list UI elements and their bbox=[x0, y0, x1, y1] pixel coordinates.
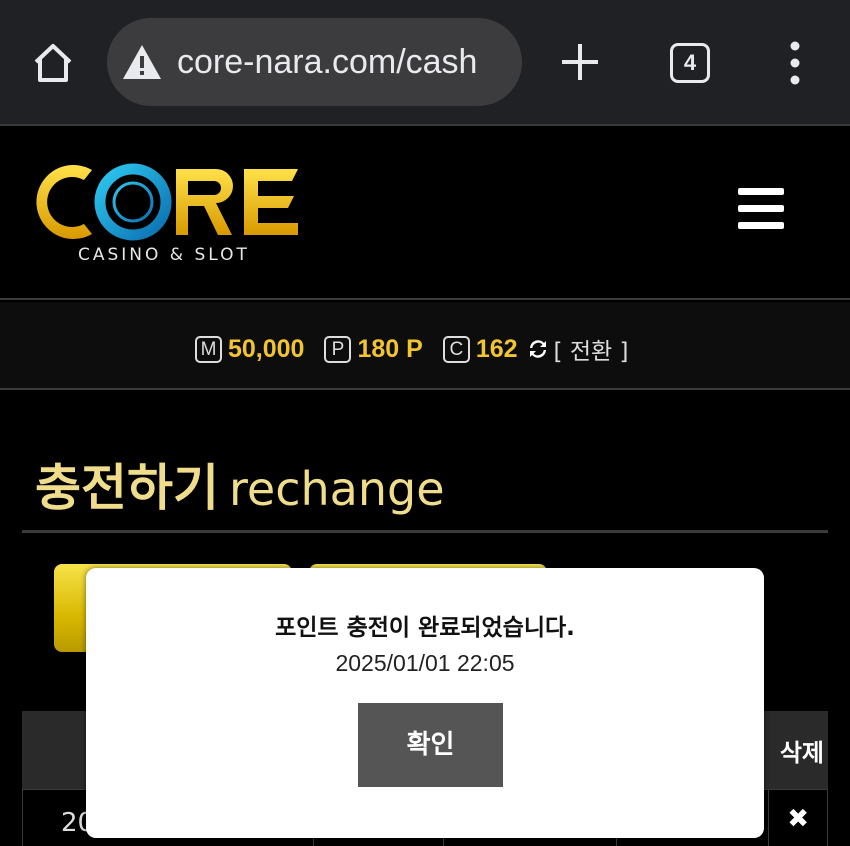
new-tab-plus-icon[interactable] bbox=[558, 40, 602, 84]
dialog-message: 포인트 충전이 완료되었습니다. bbox=[275, 615, 575, 641]
ok-button[interactable]: 확인 bbox=[358, 703, 503, 787]
not-secure-warning-icon[interactable] bbox=[121, 42, 163, 82]
point-balance: 180 P bbox=[357, 334, 423, 363]
page-title: 충전하기 rechange bbox=[35, 448, 445, 520]
coin-balance: 162 bbox=[475, 334, 518, 363]
cell-divider bbox=[768, 790, 769, 846]
page-title-korean: 충전하기 bbox=[35, 459, 219, 517]
url-text[interactable]: core-nara.com/cash bbox=[177, 40, 477, 84]
money-icon: M bbox=[195, 335, 222, 363]
core-casino-logo[interactable]: CASINO & SLOT bbox=[30, 156, 320, 266]
balance-bar: M 50,000 P 180 P C 162 [ 전환 ] bbox=[0, 302, 850, 390]
delete-column-header: 삭제 bbox=[779, 739, 824, 767]
browser-toolbar: core-nara.com/cash 4 bbox=[0, 0, 850, 126]
delete-row-icon[interactable]: ✖ bbox=[787, 804, 809, 834]
confirm-dialog: 포인트 충전이 완료되었습니다. 2025/01/01 22:05 확인 bbox=[86, 568, 764, 838]
convert-link[interactable]: [ 전환 ] bbox=[554, 332, 629, 366]
svg-text:CASINO & SLOT: CASINO & SLOT bbox=[78, 245, 250, 265]
site-header: CASINO & SLOT bbox=[0, 128, 850, 300]
tab-switcher-button[interactable]: 4 bbox=[670, 43, 710, 83]
refresh-icon[interactable] bbox=[526, 337, 550, 361]
address-bar[interactable]: core-nara.com/cash bbox=[107, 18, 522, 106]
money-balance: 50,000 bbox=[228, 334, 305, 363]
point-icon: P bbox=[324, 335, 352, 363]
menu-hamburger-icon[interactable] bbox=[738, 188, 784, 230]
coin-icon: C bbox=[442, 335, 470, 363]
page-title-english: rechange bbox=[229, 462, 445, 516]
home-icon[interactable] bbox=[30, 40, 76, 86]
title-divider bbox=[22, 530, 828, 533]
dialog-timestamp: 2025/01/01 22:05 bbox=[335, 650, 515, 676]
more-options-icon[interactable] bbox=[780, 38, 810, 88]
